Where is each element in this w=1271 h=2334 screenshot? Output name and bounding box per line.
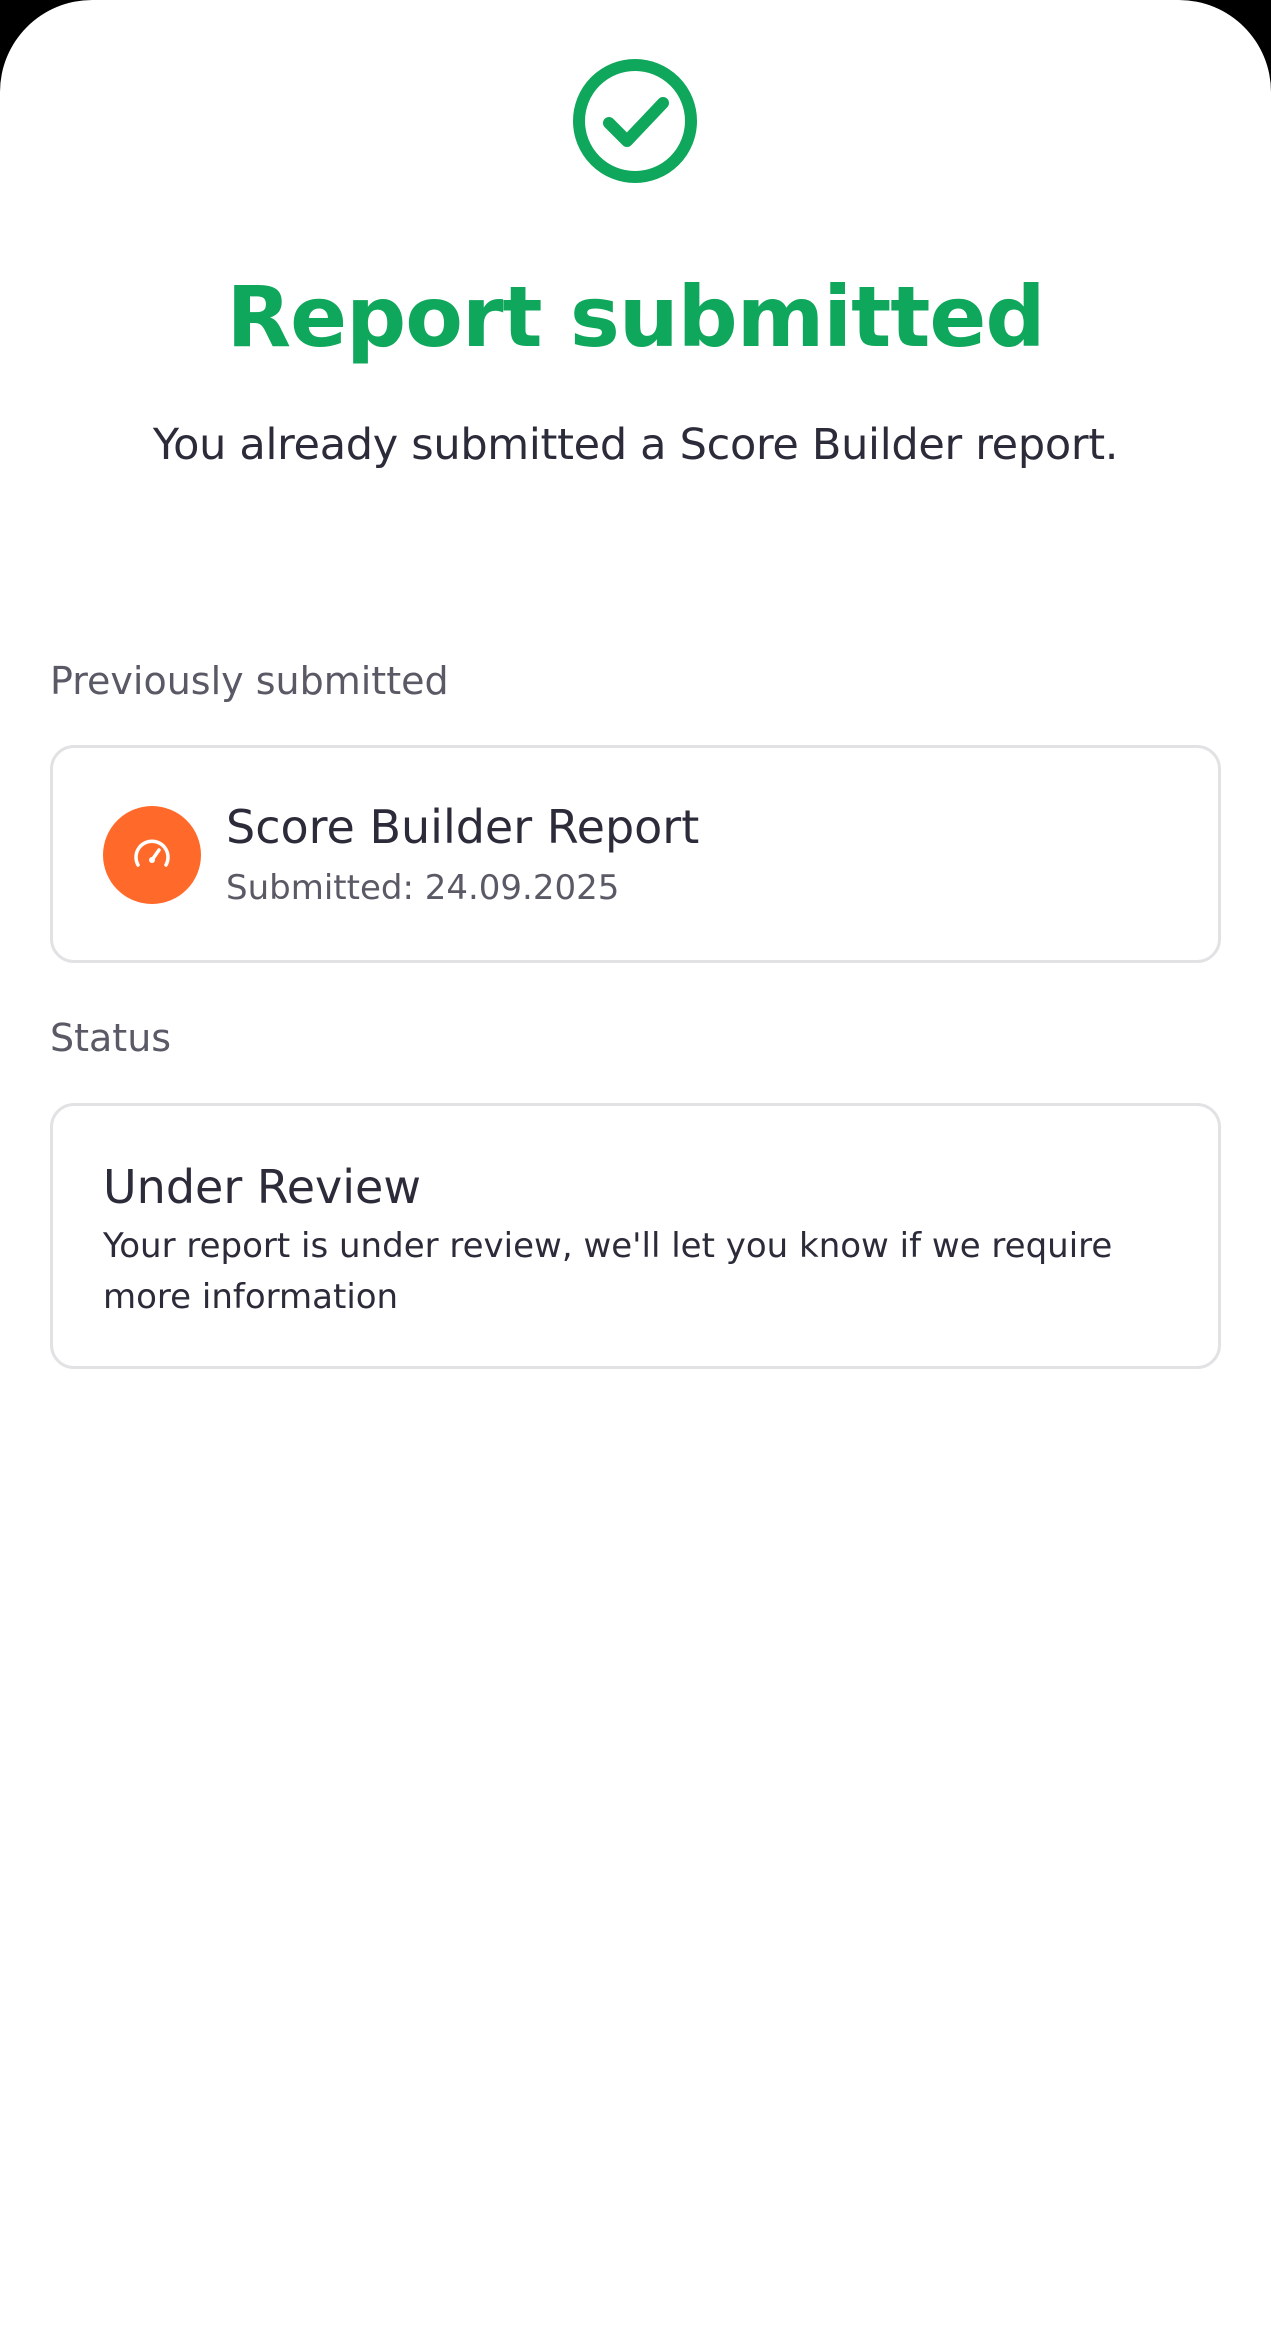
page-subtitle: You already submitted a Score Builder re… — [152, 420, 1119, 470]
check-circle-icon — [571, 57, 699, 185]
page-title: Report submitted — [226, 268, 1046, 366]
status-label: Status — [50, 1016, 172, 1060]
report-title: Score Builder Report — [226, 800, 700, 854]
report-submitted-screen: Report submitted You already submitted a… — [0, 0, 1271, 2334]
speedometer-icon — [103, 806, 201, 904]
submitted-report-card[interactable]: Score Builder Report Submitted: 24.09.20… — [50, 745, 1221, 963]
status-card: Under Review Your report is under review… — [50, 1103, 1221, 1369]
status-title: Under Review — [103, 1160, 421, 1214]
status-description: Your report is under review, we'll let y… — [103, 1226, 1113, 1317]
report-submitted-date: Submitted: 24.09.2025 — [226, 868, 620, 908]
previously-submitted-label: Previously submitted — [50, 659, 449, 703]
